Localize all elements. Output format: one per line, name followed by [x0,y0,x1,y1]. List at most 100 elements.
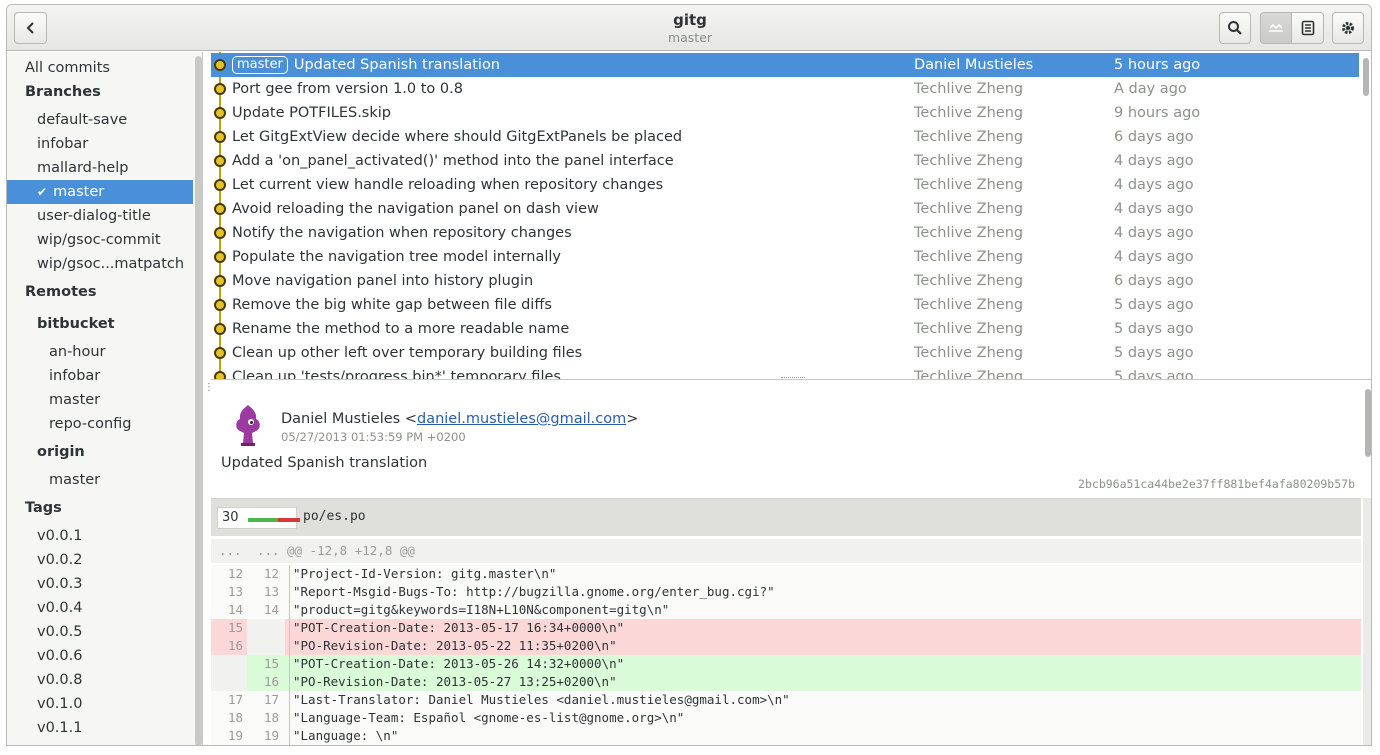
commit-row[interactable]: Let GitgExtView decide where should Gitg… [211,125,1359,149]
pane-resize-handle[interactable] [781,377,805,379]
diff-file-header[interactable]: 30 po/es.po [211,498,1361,536]
sidebar-item-remote-branch[interactable]: an-hour [7,340,193,364]
diff-file-name: po/es.po [303,509,366,524]
old-line-number: 18 [227,710,243,725]
author-email-link[interactable]: daniel.mustieles@gmail.com [417,411,626,427]
sidebar-item-remote-branch[interactable]: repo-config [7,412,193,436]
sidebar-item-all-commits[interactable]: All commits [7,56,193,80]
commit-author: Techlive Zheng [914,321,1024,337]
commit-row[interactable]: Update POTFILES.skip Techlive Zheng 9 hour… [211,101,1359,125]
sidebar-item-tag[interactable]: v0.0.5 [7,620,193,644]
commit-message: Populate the navigation tree model inter… [232,249,561,265]
sidebar-item-branch[interactable]: user-dialog-title [7,204,193,228]
diff-code: "Language: \n" [289,727,398,745]
commit-row[interactable]: Port gee from version 1.0 to 0.8 Techlive… [211,77,1359,101]
commit-list-scrollbar[interactable] [1363,58,1369,96]
diff-line: 18 18 "Language-Team: Español <gnome-es-li… [211,709,1361,727]
sidebar-item-tag[interactable]: v0.0.6 [7,644,193,668]
commit-node [214,227,226,239]
commit-view-icon [1301,20,1314,36]
sidebar-remote-name[interactable]: bitbucket [7,312,193,336]
commit-date: 4 days ago [1114,201,1194,217]
commit-row[interactable]: Notify the navigation when repository ch… [211,221,1359,245]
commit-row[interactable]: Rename the method to a more readable nam… [211,317,1359,341]
diff-hunk-header: ... ... @@ -12,8 +12,8 @@ [211,539,1361,563]
diff-line: 13 13 "Report-Msgid-Bugs-To: http://bugzil… [211,583,1361,601]
gutter [247,637,285,655]
pane-resize-handle[interactable]: ⋮ [204,383,214,415]
author-name: Daniel Mustieles [281,411,401,427]
new-line-number: 12 [263,566,279,581]
sidebar-header-branches: Branches [25,84,101,100]
old-line-number: 15 [227,620,243,635]
commit-author: Techlive Zheng [914,273,1024,289]
commit-date: 5 days ago [1114,345,1194,361]
sidebar-scrollbar[interactable] [195,56,202,745]
commit-node [214,275,226,287]
diff-code: "Last-Translator: Daniel Mustieles <dani… [289,691,790,709]
diff-code: "product=gitg&keywords=I18N+L10N&compone… [289,601,669,619]
gutter [247,619,285,637]
commit-row[interactable]: Move navigation panel into history plugi… [211,269,1359,293]
sidebar-item-tag[interactable]: v0.0.3 [7,572,193,596]
diff-scrollbar-track[interactable] [1363,498,1371,745]
diff-line-removed: 16 "PO-Revision-Date: 2013-05-22 11:35+02… [211,637,1361,655]
hunk-old-dots: ... [219,543,242,558]
commit-date: 4 days ago [1114,153,1194,169]
sidebar-item-tag[interactable]: v0.1.0 [7,692,193,716]
commit-row[interactable]: Remove the big white gap between file di… [211,293,1359,317]
commit-message-full: Updated Spanish translation [221,455,428,471]
sidebar-item-branch[interactable]: infobar [7,132,193,156]
sidebar-item-branch[interactable]: default-save [7,108,193,132]
search-button[interactable] [1219,12,1251,44]
sidebar-item-branch-selected[interactable]: ✔ master [7,180,193,204]
branch-badge: master [232,56,288,74]
commit-row-selected[interactable]: master Updated Spanish translation Daniel… [211,53,1359,77]
sidebar-item-tag[interactable]: v0.0.8 [7,668,193,692]
commit-message: Update POTFILES.skip [232,105,391,121]
settings-button[interactable] [1332,12,1364,44]
commit-row[interactable]: Clean up other left over temporary build… [211,341,1359,365]
commit-message: Updated Spanish translation [293,57,501,73]
commit-author: Techlive Zheng [914,297,1024,313]
sidebar-item-branch[interactable]: wip/gsoc-commit [7,228,193,252]
sidebar-item-tag[interactable]: v0.0.1 [7,524,193,548]
sidebar-item-remote-branch[interactable]: master [7,388,193,412]
email-open: < [404,411,417,427]
sidebar-item-branch[interactable]: wip/gsoc...matpatch [7,252,193,276]
commit-author: Techlive Zheng [914,153,1024,169]
commit-row[interactable]: Let current view handle reloading when r… [211,173,1359,197]
sidebar-item-remote-branch[interactable]: master [7,468,193,492]
commit-row[interactable]: Add a 'on_panel_activated()' method into… [211,149,1359,173]
sidebar-item-branch[interactable]: mallard-help [7,156,193,180]
search-icon [1228,21,1242,35]
commit-node [214,251,226,263]
window-title: gitg [673,11,707,29]
header-bar: gitg master [7,5,1371,51]
diff-line: 14 14 "product=gitg&keywords=I18N+L10N&com… [211,601,1361,619]
details-scrollbar[interactable] [1365,389,1371,457]
author-date: 05/27/2013 01:53:59 PM +0200 [281,430,466,444]
sidebar-item-tag[interactable]: v0.0.2 [7,548,193,572]
sidebar-item-tag[interactable]: v0.0.4 [7,596,193,620]
commit-author: Techlive Zheng [914,177,1024,193]
sidebar-item-tag[interactable]: v0.1.1 [7,716,193,740]
commit-row[interactable]: Avoid reloading the navigation panel on … [211,197,1359,221]
email-close: > [626,411,639,427]
commit-node [214,179,226,191]
sidebar-item-remote-branch[interactable]: infobar [7,364,193,388]
diff-code: "Language-Team: Español <gnome-es-list@g… [289,709,684,727]
commit-row[interactable]: Populate the navigation tree model inter… [211,245,1359,269]
commit-node [214,299,226,311]
hunk-new-dots: ... [257,543,280,558]
sidebar-remote-name[interactable]: origin [7,440,193,464]
gear-icon [1342,22,1354,34]
hunk-range: @@ -12,8 +12,8 @@ [287,543,415,558]
commit-author: Techlive Zheng [914,225,1024,241]
commit-view-button[interactable] [1292,13,1323,43]
history-view-button[interactable] [1261,13,1293,43]
diff-line-count: 30 [222,510,239,525]
avatar-icon [236,405,260,446]
commit-message: Let GitgExtView decide where should Gitg… [232,129,683,145]
commit-author: Techlive Zheng [914,345,1024,361]
